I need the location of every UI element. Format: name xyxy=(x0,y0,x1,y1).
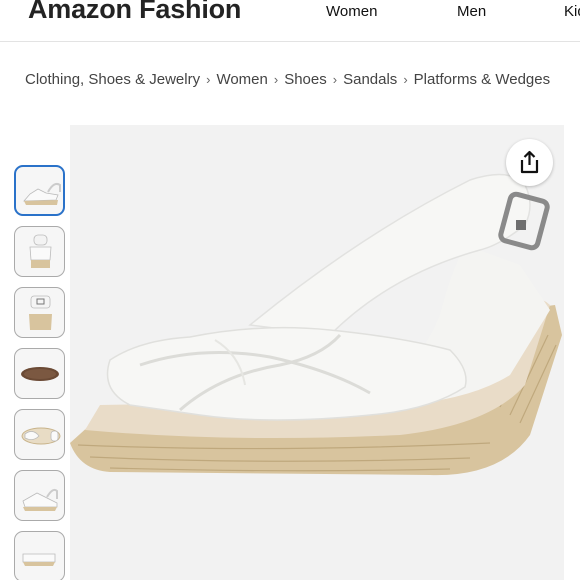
share-icon xyxy=(520,150,539,174)
thumbnail-4[interactable] xyxy=(14,348,65,399)
breadcrumb-item-shoes[interactable]: Shoes xyxy=(284,71,327,88)
sandal-sole-thumbnail-icon xyxy=(21,367,59,381)
breadcrumb-item-platforms-wedges[interactable]: Platforms & Wedges xyxy=(414,71,550,88)
breadcrumb-separator: › xyxy=(403,72,408,87)
breadcrumb-separator: › xyxy=(332,72,338,87)
sandal-pair-thumbnail-icon xyxy=(22,553,56,566)
breadcrumb-item-women[interactable]: Women xyxy=(216,71,267,88)
top-navigation-bar: Amazon Fashion Women Men Kids xyxy=(0,0,580,42)
nav-women[interactable]: Women xyxy=(326,3,377,20)
thumbnail-7[interactable] xyxy=(14,531,65,580)
breadcrumb-item-clothing[interactable]: Clothing, Shoes & Jewelry xyxy=(25,71,200,88)
breadcrumb-item-sandals[interactable]: Sandals xyxy=(343,71,397,88)
nav-kids[interactable]: Kids xyxy=(564,3,580,20)
sandal-front-thumbnail-icon xyxy=(29,234,52,268)
brand-logo[interactable]: Amazon Fashion xyxy=(28,0,241,25)
thumbnail-5[interactable] xyxy=(14,409,65,460)
sandal-back-thumbnail-icon xyxy=(29,295,52,330)
breadcrumb-separator: › xyxy=(206,72,211,87)
thumbnail-1[interactable] xyxy=(14,165,65,216)
main-product-image[interactable] xyxy=(70,125,564,580)
thumbnail-6[interactable] xyxy=(14,470,65,521)
espadrille-wedge-sandal-illustration xyxy=(70,173,562,476)
share-button[interactable] xyxy=(506,139,553,186)
nav-men[interactable]: Men xyxy=(457,3,486,20)
sandal-side-thumbnail-icon xyxy=(23,182,61,205)
thumbnail-2[interactable] xyxy=(14,226,65,277)
sandal-side-alt-thumbnail-icon xyxy=(22,488,58,511)
thumbnail-3[interactable] xyxy=(14,287,65,338)
breadcrumb-separator: › xyxy=(273,72,279,87)
sandal-top-thumbnail-icon xyxy=(21,427,61,445)
breadcrumb: Clothing, Shoes & Jewelry › Women › Shoes › Sa… xyxy=(25,71,580,88)
